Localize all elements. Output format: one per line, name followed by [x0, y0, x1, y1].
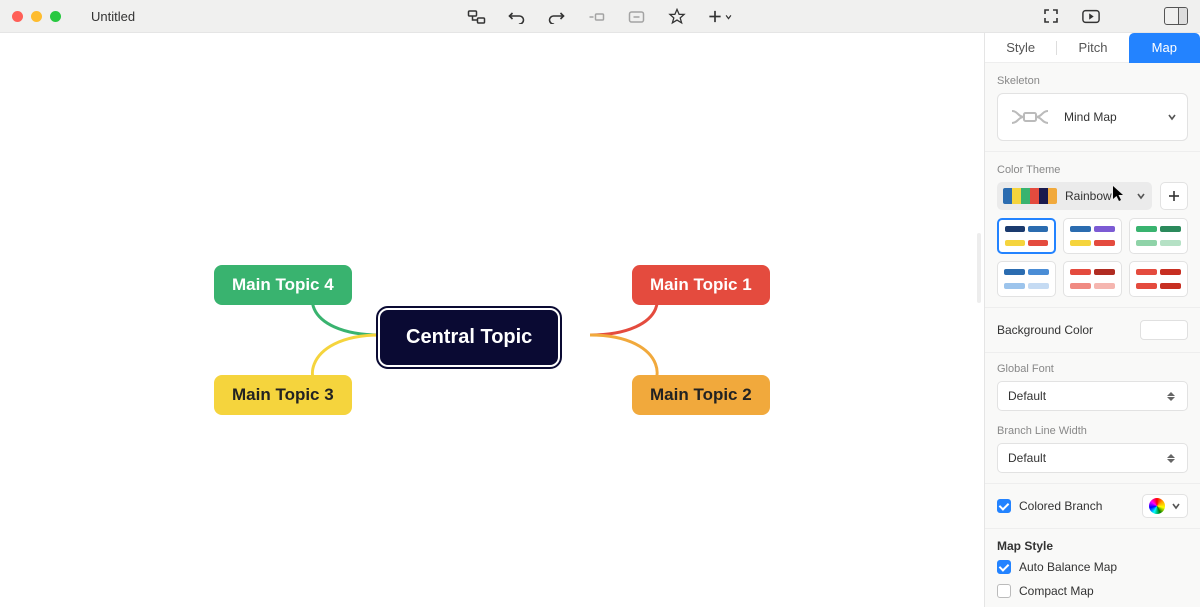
maximize-window-button[interactable] — [50, 11, 61, 22]
branch-width-select[interactable]: Default — [997, 443, 1188, 473]
redo-icon[interactable] — [548, 8, 566, 26]
global-font-label: Global Font — [985, 353, 1200, 381]
sidebar-tabs: Style Pitch Map — [985, 33, 1200, 63]
branch-width-label: Branch Line Width — [985, 421, 1200, 443]
fullscreen-icon[interactable] — [1042, 7, 1060, 25]
titlebar: Untitled — [0, 0, 1200, 33]
background-color-label: Background Color — [997, 323, 1093, 337]
compact-map-label: Compact Map — [1019, 584, 1094, 598]
skeleton-value: Mind Map — [1064, 110, 1117, 124]
global-font-select[interactable]: Default — [997, 381, 1188, 411]
color-theme-label: Color Theme — [985, 152, 1200, 182]
minimize-window-button[interactable] — [31, 11, 42, 22]
close-window-button[interactable] — [12, 11, 23, 22]
theme-thumb-0[interactable] — [997, 218, 1056, 254]
topic-3-node[interactable]: Main Topic 3 — [214, 375, 352, 415]
subtopic-icon[interactable] — [468, 8, 486, 26]
color-theme-selector[interactable]: Rainbow — [997, 182, 1152, 210]
theme-thumb-2[interactable] — [1129, 218, 1188, 254]
star-icon[interactable] — [668, 8, 686, 26]
colored-branch-label: Colored Branch — [1019, 499, 1102, 513]
topic-2-node[interactable]: Main Topic 2 — [632, 375, 770, 415]
theme-grid — [997, 218, 1188, 297]
central-topic-node[interactable]: Central Topic — [378, 308, 560, 367]
tab-pitch[interactable]: Pitch — [1057, 33, 1128, 63]
skeleton-label: Skeleton — [985, 63, 1200, 93]
right-sidebar: Style Pitch Map Skeleton Mind Map — [984, 33, 1200, 607]
checkbox-icon — [997, 499, 1011, 513]
branch-width-value: Default — [1008, 451, 1046, 465]
rainbow-swatch-icon — [1003, 188, 1057, 204]
checkbox-icon — [997, 584, 1011, 598]
auto-balance-label: Auto Balance Map — [1019, 560, 1117, 574]
global-font-value: Default — [1008, 389, 1046, 403]
play-icon[interactable] — [1082, 7, 1100, 25]
canvas[interactable]: Central Topic Main Topic 4 Main Topic 3 … — [0, 33, 984, 607]
color-theme-value: Rainbow — [1065, 189, 1112, 203]
toggle-sidebar-icon[interactable] — [1164, 7, 1188, 25]
colored-branch-checkbox[interactable]: Colored Branch — [997, 499, 1102, 513]
updown-icon — [1167, 452, 1177, 464]
skeleton-selector[interactable]: Mind Map — [997, 93, 1188, 141]
relationship-icon[interactable] — [588, 8, 606, 26]
theme-thumb-3[interactable] — [997, 261, 1056, 297]
toolbar-right — [1042, 7, 1188, 25]
branch-color-picker[interactable] — [1142, 494, 1188, 518]
window-controls — [12, 11, 61, 22]
mindmap-structure-icon — [1008, 105, 1052, 129]
document-title: Untitled — [91, 9, 135, 24]
add-dropdown-button[interactable] — [708, 9, 733, 24]
compact-map-checkbox[interactable]: Compact Map — [985, 579, 1200, 603]
map-style-header: Map Style — [985, 529, 1200, 555]
theme-thumb-4[interactable] — [1063, 261, 1122, 297]
boundary-icon[interactable] — [628, 8, 646, 26]
theme-thumb-5[interactable] — [1129, 261, 1188, 297]
tab-map[interactable]: Map — [1129, 33, 1200, 63]
auto-balance-checkbox[interactable]: Auto Balance Map — [985, 555, 1200, 579]
undo-icon[interactable] — [508, 8, 526, 26]
scrollbar-vertical[interactable] — [977, 233, 981, 303]
justify-alignment-checkbox[interactable]: Justify Topic Alignment — [985, 603, 1200, 607]
tab-style[interactable]: Style — [985, 33, 1056, 63]
background-color-well[interactable] — [1140, 320, 1188, 340]
add-theme-button[interactable] — [1160, 182, 1188, 210]
topic-4-node[interactable]: Main Topic 4 — [214, 265, 352, 305]
updown-icon — [1167, 390, 1177, 402]
color-wheel-icon — [1149, 498, 1165, 514]
topic-1-node[interactable]: Main Topic 1 — [632, 265, 770, 305]
toolbar-center — [468, 0, 733, 33]
checkbox-icon — [997, 560, 1011, 574]
theme-thumb-1[interactable] — [1063, 218, 1122, 254]
